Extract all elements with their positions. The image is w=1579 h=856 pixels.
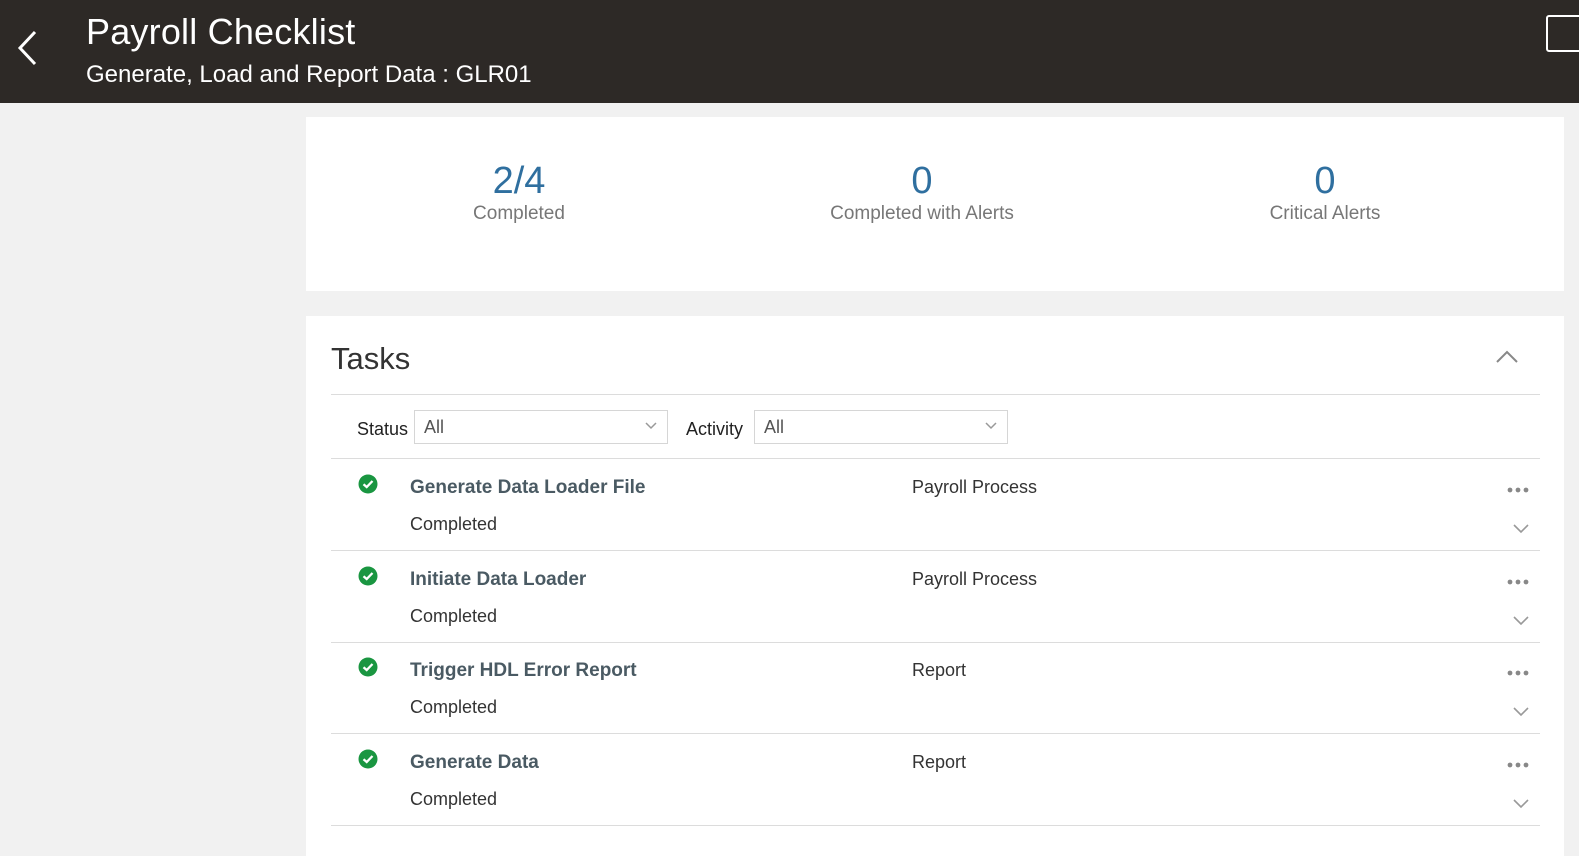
task-row: Generate Data Loader File Completed Payr…	[331, 459, 1540, 551]
chevron-down-icon[interactable]	[1512, 522, 1530, 534]
check-circle-icon	[358, 749, 378, 768]
chevron-down-icon[interactable]	[1512, 797, 1530, 809]
metric-label: Critical Alerts	[1269, 203, 1381, 224]
header-action-button[interactable]	[1546, 15, 1579, 52]
chevron-down-icon[interactable]	[1512, 614, 1530, 626]
task-activity: Payroll Process	[912, 477, 1038, 497]
more-actions-icon[interactable]	[1506, 486, 1530, 494]
status-filter-label: Status	[357, 419, 409, 439]
task-activity: Report	[912, 751, 967, 772]
metric-value: 0	[1314, 160, 1336, 202]
status-filter-select[interactable]: All	[414, 410, 668, 444]
task-status: Completed	[410, 788, 498, 809]
activity-filter-value: All	[764, 417, 785, 437]
divider	[331, 394, 1540, 395]
task-row: Trigger HDL Error Report Completed Repor…	[331, 642, 1540, 734]
page-subtitle: Generate, Load and Report Data : GLR01	[86, 61, 532, 88]
metric-value: 2/4	[492, 160, 546, 202]
activity-filter-select[interactable]: All	[754, 410, 1008, 444]
task-row: Generate Data Completed Report	[331, 734, 1540, 826]
task-activity: Payroll Process	[912, 568, 1038, 589]
tasks-title: Tasks	[331, 341, 411, 376]
tasks-panel: Tasks Status All Activity All Generate D…	[306, 316, 1564, 856]
task-name-link[interactable]: Initiate Data Loader	[410, 569, 586, 591]
summary-card: 2/4 Completed 0 Completed with Alerts 0 …	[306, 117, 1564, 291]
more-actions-icon[interactable]	[1506, 761, 1530, 769]
activity-filter-label: Activity	[686, 419, 744, 439]
metric-critical-alerts[interactable]: 0 Critical Alerts	[1175, 159, 1475, 229]
task-name-link[interactable]: Generate Data	[410, 752, 539, 774]
metric-label: Completed	[473, 203, 565, 224]
task-row: Initiate Data Loader Completed Payroll P…	[331, 551, 1540, 643]
page-header: Payroll Checklist Generate, Load and Rep…	[0, 0, 1579, 103]
row-divider	[331, 824, 1540, 826]
task-name-link[interactable]: Generate Data Loader File	[410, 477, 645, 499]
check-circle-icon	[358, 657, 378, 677]
chevron-up-icon	[1496, 350, 1518, 363]
back-button[interactable]	[14, 28, 44, 68]
check-circle-icon	[358, 474, 378, 494]
task-status: Completed	[410, 514, 498, 534]
task-status: Completed	[410, 605, 498, 626]
page-title: Payroll Checklist	[86, 11, 356, 52]
task-name-link[interactable]: Trigger HDL Error Report	[410, 660, 637, 682]
status-filter-value: All	[424, 417, 445, 437]
task-status: Completed	[410, 697, 498, 717]
task-activity: Report	[912, 660, 967, 680]
more-actions-icon[interactable]	[1506, 669, 1530, 677]
check-circle-icon	[358, 566, 378, 585]
metric-completed-with-alerts[interactable]: 0 Completed with Alerts	[772, 159, 1072, 229]
chevron-left-icon	[17, 30, 37, 66]
collapse-button[interactable]	[1494, 346, 1520, 368]
chevron-down-icon	[985, 422, 997, 430]
more-actions-icon[interactable]	[1506, 578, 1530, 586]
chevron-down-icon	[645, 422, 657, 430]
chevron-down-icon[interactable]	[1512, 705, 1530, 717]
metric-value: 0	[911, 160, 933, 202]
metric-label: Completed with Alerts	[830, 203, 1014, 224]
metric-completed[interactable]: 2/4 Completed	[369, 159, 669, 229]
